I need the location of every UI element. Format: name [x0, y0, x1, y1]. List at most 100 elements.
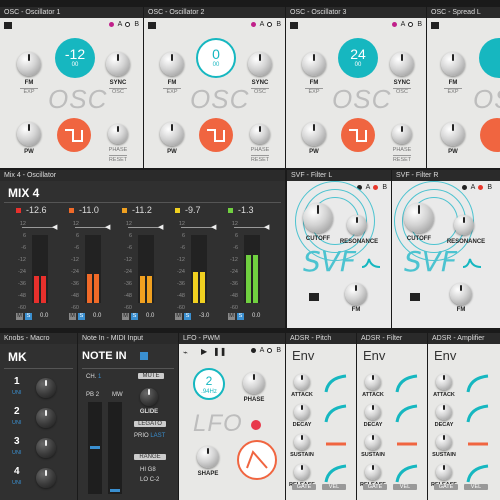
gate-button[interactable]: GATE — [363, 484, 387, 490]
lfo-shape-knob[interactable] — [197, 446, 219, 468]
solo-button[interactable]: S — [131, 313, 138, 320]
legato-button[interactable]: LEGATO — [134, 421, 166, 427]
solo-button[interactable]: S — [78, 313, 85, 320]
range-button[interactable]: RANGE — [134, 454, 166, 460]
osc3-pw-label: PW — [309, 149, 319, 155]
mute-button[interactable]: M — [69, 313, 76, 320]
svfR-cutoff-knob[interactable] — [404, 203, 434, 233]
glide-knob[interactable] — [140, 388, 158, 406]
solo-button[interactable]: S — [184, 313, 191, 320]
channel-meter — [244, 235, 260, 303]
fader-arrow-icon: ◀ — [52, 224, 58, 231]
release-knob[interactable] — [294, 464, 310, 480]
svfL-cutoff-knob[interactable] — [303, 203, 333, 233]
mute-button[interactable]: M — [16, 313, 23, 320]
osc3-waveform-button[interactable] — [341, 118, 375, 152]
vel-button[interactable]: VEL — [464, 484, 488, 490]
osc3-pitch-display[interactable]: 24 00 — [338, 38, 378, 78]
lfo-ab-selector[interactable]: AB — [250, 347, 281, 354]
play-icon[interactable]: ▶ — [201, 347, 207, 356]
svfL-resonance-knob[interactable] — [347, 215, 367, 235]
channel-meter — [191, 235, 207, 303]
osc1-phase-knob[interactable] — [108, 124, 128, 144]
osc3-sync-knob[interactable] — [390, 52, 414, 76]
release-knob[interactable] — [365, 464, 381, 480]
svfL-word: SVF — [303, 245, 357, 278]
decay-knob[interactable] — [365, 404, 381, 420]
mode-icon[interactable] — [410, 293, 420, 301]
decay-knob[interactable] — [436, 404, 452, 420]
gate-button[interactable]: GATE — [292, 484, 316, 490]
lfo-phase-knob[interactable] — [243, 372, 265, 394]
osc1-waveform-button[interactable] — [57, 118, 91, 152]
osc1-pw-knob[interactable] — [17, 122, 41, 146]
osc4-fm-knob[interactable] — [441, 52, 465, 76]
osc2-panel: OSC - Oscillator 2 AB FM EXP 0 00 SYNC OS… — [144, 7, 285, 168]
svfR-fm-knob[interactable] — [450, 283, 472, 305]
osc2-ab-selector[interactable]: AB — [250, 21, 281, 28]
osc3-fm-knob[interactable] — [302, 52, 326, 76]
mod-wheel-strip[interactable] — [108, 402, 122, 494]
osc2-fm-knob[interactable] — [160, 52, 184, 76]
osc3-sync-label: SYNC — [393, 80, 411, 86]
vel-button[interactable]: VEL — [393, 484, 417, 490]
meter-tick-label: -36 — [18, 281, 26, 287]
osc3-phase-knob[interactable] — [392, 124, 412, 144]
lfo-active-dot[interactable] — [251, 420, 261, 430]
channel-fader[interactable] — [181, 227, 215, 228]
osc3-ab-selector[interactable]: AB — [391, 21, 422, 28]
macro-knob[interactable] — [36, 438, 56, 458]
sustain-knob[interactable] — [294, 434, 310, 450]
meter-tick-label: 6 — [234, 233, 238, 239]
osc2-phase-knob[interactable] — [250, 124, 270, 144]
mute-button[interactable]: M — [122, 313, 129, 320]
osc3-sync-sub: OSC — [396, 89, 408, 95]
osc4-pitch-display[interactable] — [479, 38, 500, 78]
mute-button[interactable]: MUTE — [138, 373, 164, 379]
sustain-knob[interactable] — [365, 434, 381, 450]
release-knob[interactable] — [436, 464, 452, 480]
solo-button[interactable]: S — [25, 313, 32, 320]
svfR-resonance-knob[interactable] — [454, 215, 474, 235]
mute-button[interactable]: M — [175, 313, 182, 320]
solo-button[interactable]: S — [237, 313, 244, 320]
decay-knob[interactable] — [294, 404, 310, 420]
sync-icon[interactable]: ⌁ — [183, 348, 188, 357]
pause-icon[interactable]: ❚❚ — [213, 347, 226, 356]
osc1-sync-knob[interactable] — [106, 52, 130, 76]
attack-knob[interactable] — [294, 374, 310, 390]
osc2-waveform-button[interactable] — [199, 118, 233, 152]
sustain-knob[interactable] — [436, 434, 452, 450]
lfo-waveform-button[interactable] — [237, 440, 277, 480]
attack-knob[interactable] — [365, 374, 381, 390]
attack-knob[interactable] — [436, 374, 452, 390]
channel-fader[interactable] — [128, 227, 162, 228]
macro-knob[interactable] — [36, 378, 56, 398]
channel-fader[interactable] — [234, 227, 268, 228]
decay-curve-icon — [395, 404, 421, 426]
osc2-pitch-display[interactable]: 0 00 — [196, 38, 236, 78]
osc2-pw-knob[interactable] — [160, 122, 184, 146]
gate-button[interactable]: GATE — [434, 484, 458, 490]
osc1-ab-selector[interactable]: AB — [108, 21, 139, 28]
svfL-fm-knob[interactable] — [345, 283, 367, 305]
osc1-fm-knob[interactable] — [17, 52, 41, 76]
active-indicator[interactable] — [140, 352, 148, 360]
pitch-bend-strip[interactable] — [88, 402, 102, 494]
meter-tick-label: -60 — [177, 305, 185, 311]
osc1-pitch-display[interactable]: -12 00 — [55, 38, 95, 78]
osc2-sync-knob[interactable] — [248, 52, 272, 76]
osc4-pw-knob[interactable] — [441, 122, 465, 146]
svfR-ab-selector[interactable]: AB — [461, 184, 492, 191]
lfo-rate-display[interactable]: 2.94Hz — [193, 368, 225, 400]
macro-knob[interactable] — [36, 408, 56, 428]
osc1-fm-sub: EXP — [23, 89, 35, 95]
osc3-pw-knob[interactable] — [302, 122, 326, 146]
mode-icon[interactable] — [309, 293, 319, 301]
macro-knob[interactable] — [36, 468, 56, 488]
channel-fader[interactable] — [22, 227, 56, 228]
channel-fader[interactable] — [75, 227, 109, 228]
osc4-waveform-button[interactable] — [480, 118, 500, 152]
mute-button[interactable]: M — [228, 313, 235, 320]
vel-button[interactable]: VEL — [322, 484, 346, 490]
